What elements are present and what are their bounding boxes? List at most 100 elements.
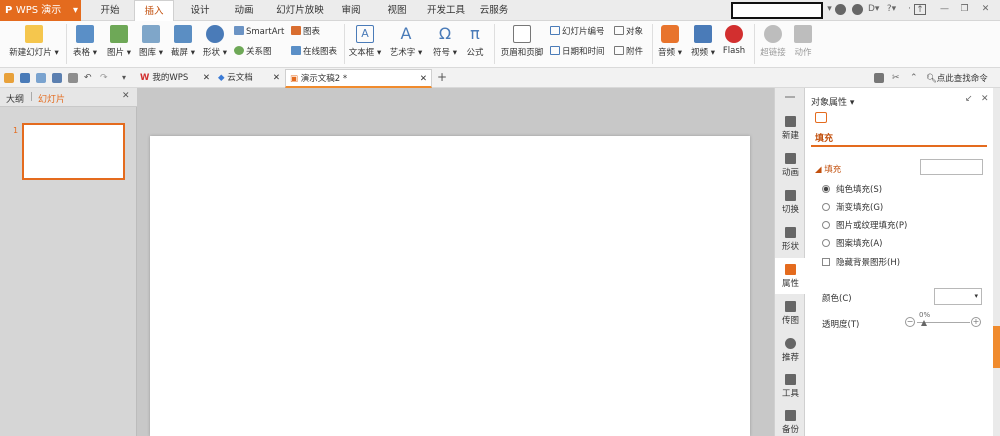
checkbox-hide-background[interactable]: 隐藏背景图形(H)	[822, 256, 900, 268]
vtool-new[interactable]: 新建	[775, 116, 806, 141]
hyperlink-button[interactable]: 超链接	[758, 25, 788, 58]
tab-slides[interactable]: 幻灯片	[38, 92, 65, 105]
fill-section-header[interactable]: ◢ 填充	[815, 163, 841, 175]
color-picker[interactable]: ▾	[934, 288, 982, 305]
gallery-button[interactable]: 图库 ▾	[136, 25, 166, 58]
settings-icon[interactable]	[852, 4, 863, 15]
object-button[interactable]: 对象	[614, 26, 643, 38]
minimize-icon[interactable]: —	[939, 4, 950, 15]
close-icon[interactable]: ✕	[122, 91, 130, 101]
print-preview-icon[interactable]	[68, 73, 78, 83]
tab-developer[interactable]: 开发工具	[420, 0, 472, 21]
flash-button[interactable]: Flash	[720, 25, 748, 56]
slider-thumb[interactable]	[921, 320, 927, 326]
customize-toolbar-icon[interactable]: ▾	[122, 73, 132, 83]
tab-review[interactable]: 审阅	[334, 0, 368, 21]
close-icon[interactable]: ✕	[420, 70, 427, 88]
shape-button[interactable]: 形状 ▾	[200, 25, 230, 58]
doc-tab-presentation[interactable]: ▣ 演示文稿2 * ✕	[285, 69, 432, 88]
textbox-button[interactable]: A 文本框 ▾	[347, 25, 383, 58]
increase-icon[interactable]: +	[971, 317, 981, 327]
tab-home[interactable]: 开始	[90, 0, 130, 21]
tab-fill[interactable]: 填充	[815, 131, 833, 144]
help-icon[interactable]: ?▾	[886, 4, 897, 15]
online-chart-icon	[291, 46, 301, 55]
upload-icon[interactable]: ↑	[914, 4, 926, 15]
radio-pattern-fill[interactable]: 图案填充(A)	[822, 237, 882, 249]
chevron-down-icon: ▾	[72, 5, 78, 16]
vtool-shape[interactable]: 形状	[775, 227, 806, 252]
tab-insert[interactable]: 插入	[134, 0, 174, 22]
radio-solid-fill[interactable]: 纯色填充(S)	[822, 183, 882, 195]
vtool-transition[interactable]: 切换	[775, 190, 806, 215]
doc-tab-cloud-docs[interactable]: ◆ 云文档 ✕	[214, 69, 284, 88]
relation-chart-button[interactable]: 关系图	[234, 46, 272, 58]
vtool-tools[interactable]: 工具	[775, 374, 806, 399]
datetime-button[interactable]: 日期和时间	[550, 46, 605, 58]
save-icon[interactable]	[20, 73, 30, 83]
audio-button[interactable]: 音频 ▾	[655, 25, 685, 58]
tools-icon[interactable]: ✂	[892, 73, 902, 83]
vtool-backup[interactable]: 备份	[775, 410, 806, 435]
vtool-properties[interactable]: 属性	[775, 258, 806, 294]
tab-animation[interactable]: 动画	[224, 0, 264, 21]
slide-thumbnail[interactable]	[22, 123, 125, 180]
restore-icon[interactable]: ❐	[959, 4, 970, 15]
online-chart-button[interactable]: 在线图表	[291, 46, 337, 58]
slide-number-button[interactable]: 幻灯片编号	[550, 26, 605, 38]
close-icon[interactable]: ✕	[981, 94, 989, 104]
tab-cloud-service[interactable]: 云服务	[474, 0, 514, 21]
panel-collapse-handle[interactable]	[993, 326, 1000, 368]
picture-button[interactable]: 图片 ▾	[104, 25, 134, 58]
tab-view[interactable]: 视图	[380, 0, 414, 21]
app-menu-button[interactable]: P WPS 演示 ▾	[0, 0, 81, 21]
close-icon[interactable]: ✕	[273, 69, 280, 87]
open-folder-icon[interactable]	[4, 73, 14, 83]
panel-title[interactable]: 对象属性 ▾	[811, 95, 854, 108]
collapse-ribbon-icon[interactable]: ⌃	[910, 73, 920, 83]
export-pdf-icon[interactable]	[36, 73, 46, 83]
vtool-recommend[interactable]: 推荐	[775, 338, 806, 363]
command-search[interactable]: 🔍︎点此查找命令	[926, 72, 988, 84]
vtool-upload-image[interactable]: 传图	[775, 301, 806, 326]
tab-design[interactable]: 设计	[180, 0, 220, 21]
dock-icon[interactable]: ↙	[965, 94, 973, 104]
close-icon[interactable]: ✕	[980, 4, 991, 15]
radio-gradient-fill[interactable]: 渐变填充(G)	[822, 201, 883, 213]
table-button[interactable]: 表格 ▾	[70, 25, 100, 58]
radio-picture-fill[interactable]: 图片或纹理填充(P)	[822, 219, 907, 231]
toolbox-icon	[785, 374, 796, 385]
header-footer-button[interactable]: 页眉和页脚	[498, 25, 546, 58]
new-tab-button[interactable]: +	[437, 70, 447, 84]
doc-tab-my-wps[interactable]: W 我的WPS ✕	[136, 69, 214, 88]
attachment-button[interactable]: 附件	[614, 46, 643, 58]
vtool-animation[interactable]: 动画	[775, 153, 806, 178]
feedback-icon[interactable]: D▾	[868, 4, 879, 15]
chart-button[interactable]: 图表	[291, 26, 320, 38]
undo-icon[interactable]: ↶	[84, 73, 94, 83]
print-icon[interactable]	[52, 73, 62, 83]
wordart-button[interactable]: A 艺术字 ▾	[388, 25, 424, 59]
shape-icon	[206, 25, 224, 43]
video-button[interactable]: 视频 ▾	[688, 25, 718, 58]
action-button[interactable]: 动作	[790, 25, 816, 58]
redo-icon[interactable]: ↷	[100, 73, 110, 83]
tab-slideshow[interactable]: 幻灯片放映	[268, 0, 332, 21]
chevron-down-icon[interactable]: ▾	[824, 4, 835, 15]
smartart-button[interactable]: SmartArt	[234, 26, 284, 38]
account-box[interactable]	[731, 2, 823, 19]
slide-canvas[interactable]	[150, 136, 750, 436]
smartart-icon	[234, 26, 244, 35]
decrease-icon[interactable]: −	[905, 317, 915, 327]
close-icon[interactable]: ✕	[203, 69, 210, 87]
fill-bucket-icon[interactable]	[815, 112, 827, 123]
fill-type-select[interactable]	[920, 159, 983, 175]
new-slide-button[interactable]: 新建幻灯片 ▾	[6, 25, 62, 58]
skin-icon[interactable]	[835, 4, 846, 15]
theater-mode-icon[interactable]	[874, 73, 884, 83]
tab-outline[interactable]: 大纲	[6, 92, 24, 105]
formula-button[interactable]: π 公式	[462, 25, 488, 59]
symbol-button[interactable]: Ω 符号 ▾	[430, 25, 460, 59]
screenshot-button[interactable]: 截屏 ▾	[168, 25, 198, 58]
radio-icon	[822, 221, 830, 229]
